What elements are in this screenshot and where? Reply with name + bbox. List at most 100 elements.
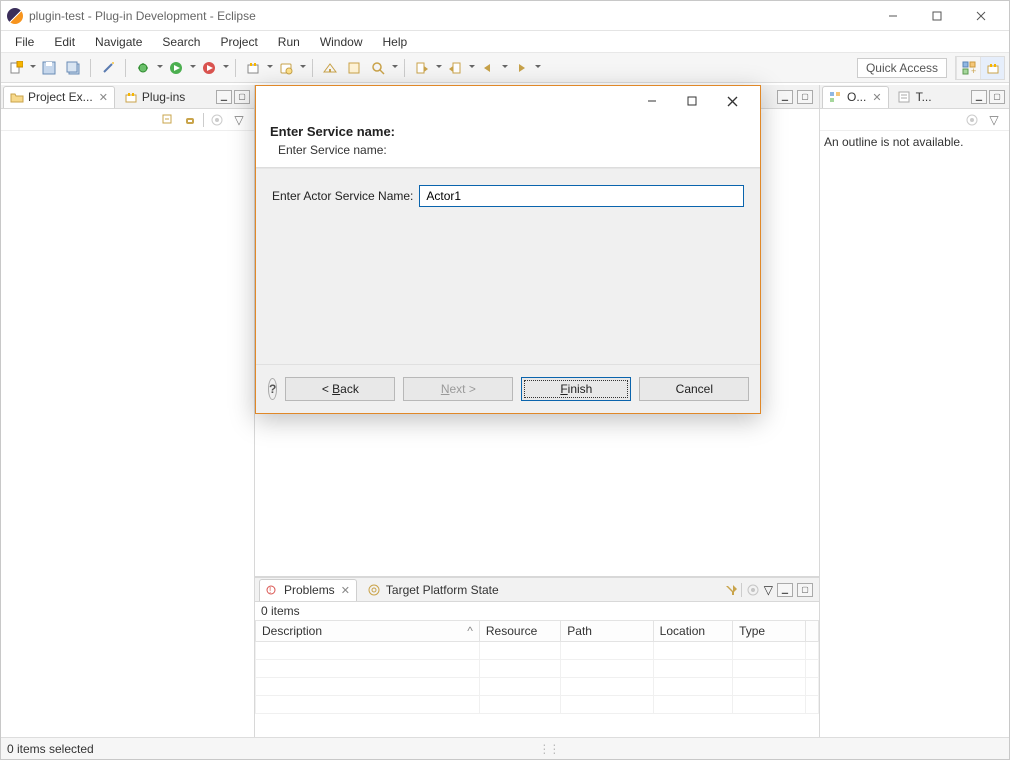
minimize-view-icon[interactable]: ▁ (216, 90, 232, 104)
dialog-minimize-button[interactable] (632, 87, 672, 115)
outline-icon (829, 91, 843, 103)
tab-label: Target Platform State (386, 583, 499, 597)
run-ext-dropdown[interactable] (222, 57, 229, 79)
table-row[interactable] (256, 696, 819, 714)
table-row[interactable] (256, 660, 819, 678)
focus-icon[interactable] (746, 583, 760, 597)
tab-project-explorer[interactable]: Project Ex... ✕ (3, 86, 115, 108)
prev-annotation-icon[interactable] (444, 57, 466, 79)
project-explorer-body[interactable] (1, 131, 254, 737)
toolbar-separator (235, 59, 236, 77)
dialog-body: Enter Actor Service Name: (256, 168, 760, 365)
menu-file[interactable]: File (5, 33, 44, 51)
search-dropdown[interactable] (391, 57, 398, 79)
maximize-view-icon[interactable]: ▢ (797, 583, 813, 597)
menu-help[interactable]: Help (373, 33, 418, 51)
nav-back-dropdown[interactable] (501, 57, 508, 79)
menu-navigate[interactable]: Navigate (85, 33, 152, 51)
save-all-icon[interactable] (62, 57, 84, 79)
minimize-editor-icon[interactable]: ▁ (777, 90, 793, 104)
save-icon[interactable] (38, 57, 60, 79)
close-icon[interactable]: ✕ (341, 584, 350, 597)
toolbar-separator (90, 59, 91, 77)
nav-fwd-dropdown[interactable] (534, 57, 541, 79)
menu-edit[interactable]: Edit (44, 33, 85, 51)
minimize-view-icon[interactable]: ▁ (777, 583, 793, 597)
maximize-view-icon[interactable]: ▢ (234, 90, 250, 104)
table-row[interactable] (256, 678, 819, 696)
col-location[interactable]: Location (653, 621, 732, 642)
wand-icon[interactable] (97, 57, 119, 79)
finish-button[interactable]: Finish (521, 377, 631, 401)
new-plugin-icon[interactable] (242, 57, 264, 79)
back-button[interactable]: < Back (285, 377, 395, 401)
col-extra[interactable] (806, 621, 819, 642)
collapse-all-icon[interactable] (159, 111, 177, 129)
menu-run[interactable]: Run (268, 33, 310, 51)
cancel-button[interactable]: Cancel (639, 377, 749, 401)
nav-fwd-icon[interactable] (510, 57, 532, 79)
open-task-icon[interactable] (343, 57, 365, 79)
maximize-view-icon[interactable]: ▢ (989, 90, 1005, 104)
dialog-subheader: Enter Service name: (278, 143, 746, 157)
next-annotation-dropdown[interactable] (435, 57, 442, 79)
close-button[interactable] (959, 1, 1003, 31)
view-menu-icon[interactable]: ▽ (985, 111, 1003, 129)
nav-back-icon[interactable] (477, 57, 499, 79)
perspective-plugin-icon[interactable] (980, 57, 1004, 79)
next-annotation-icon[interactable] (411, 57, 433, 79)
menu-search[interactable]: Search (152, 33, 210, 51)
new-dropdown[interactable] (29, 57, 36, 79)
outline-toolbar: ▽ (820, 109, 1009, 131)
open-type-icon[interactable] (319, 57, 341, 79)
run-dropdown[interactable] (189, 57, 196, 79)
view-menu-icon[interactable]: ▽ (764, 583, 773, 597)
statusbar: 0 items selected ⋮⋮ (1, 737, 1009, 759)
focus-task-icon[interactable] (208, 111, 226, 129)
menu-window[interactable]: Window (310, 33, 373, 51)
filter-icon[interactable] (723, 583, 737, 597)
open-pde-dropdown[interactable] (299, 57, 306, 79)
col-type[interactable]: Type (733, 621, 806, 642)
link-editor-icon[interactable] (181, 111, 199, 129)
table-row[interactable] (256, 642, 819, 660)
statusbar-grip: ⋮⋮ (538, 742, 558, 756)
dialog-close-button[interactable] (712, 87, 752, 115)
new-plugin-dropdown[interactable] (266, 57, 273, 79)
debug-icon[interactable] (132, 57, 154, 79)
next-button: Next > (403, 377, 513, 401)
tab-outline[interactable]: O... ✕ (822, 86, 889, 108)
col-resource[interactable]: Resource (479, 621, 560, 642)
maximize-button[interactable] (915, 1, 959, 31)
dialog-titlebar (256, 86, 760, 116)
tab-target-platform[interactable]: Target Platform State (361, 579, 506, 601)
close-icon[interactable]: ✕ (872, 91, 881, 104)
view-menu-icon[interactable]: ▽ (230, 111, 248, 129)
dialog-maximize-button[interactable] (672, 87, 712, 115)
debug-dropdown[interactable] (156, 57, 163, 79)
quick-access[interactable]: Quick Access (857, 58, 947, 78)
new-icon[interactable] (5, 57, 27, 79)
items-count-label: 0 items (255, 602, 819, 620)
minimize-view-icon[interactable]: ▁ (971, 90, 987, 104)
open-pde-icon[interactable] (275, 57, 297, 79)
actor-service-name-input[interactable] (419, 185, 744, 207)
tab-problems[interactable]: ! Problems ✕ (259, 579, 357, 601)
prev-annotation-dropdown[interactable] (468, 57, 475, 79)
problems-table[interactable]: Description^ Resource Path Location Type (255, 620, 819, 714)
run-ext-icon[interactable] (198, 57, 220, 79)
perspective-switcher: + (955, 56, 1005, 80)
minimize-button[interactable] (871, 1, 915, 31)
menu-project[interactable]: Project (210, 33, 267, 51)
tab-tasklist[interactable]: T... (891, 86, 939, 108)
maximize-editor-icon[interactable]: ▢ (797, 90, 813, 104)
run-icon[interactable] (165, 57, 187, 79)
col-path[interactable]: Path (561, 621, 653, 642)
close-icon[interactable]: ✕ (99, 91, 108, 104)
col-description[interactable]: Description^ (256, 621, 480, 642)
focus-icon[interactable] (963, 111, 981, 129)
help-icon[interactable]: ? (268, 378, 277, 400)
open-perspective-icon[interactable]: + (956, 57, 980, 79)
search-icon[interactable] (367, 57, 389, 79)
tab-plugins[interactable]: Plug-ins (117, 86, 192, 108)
